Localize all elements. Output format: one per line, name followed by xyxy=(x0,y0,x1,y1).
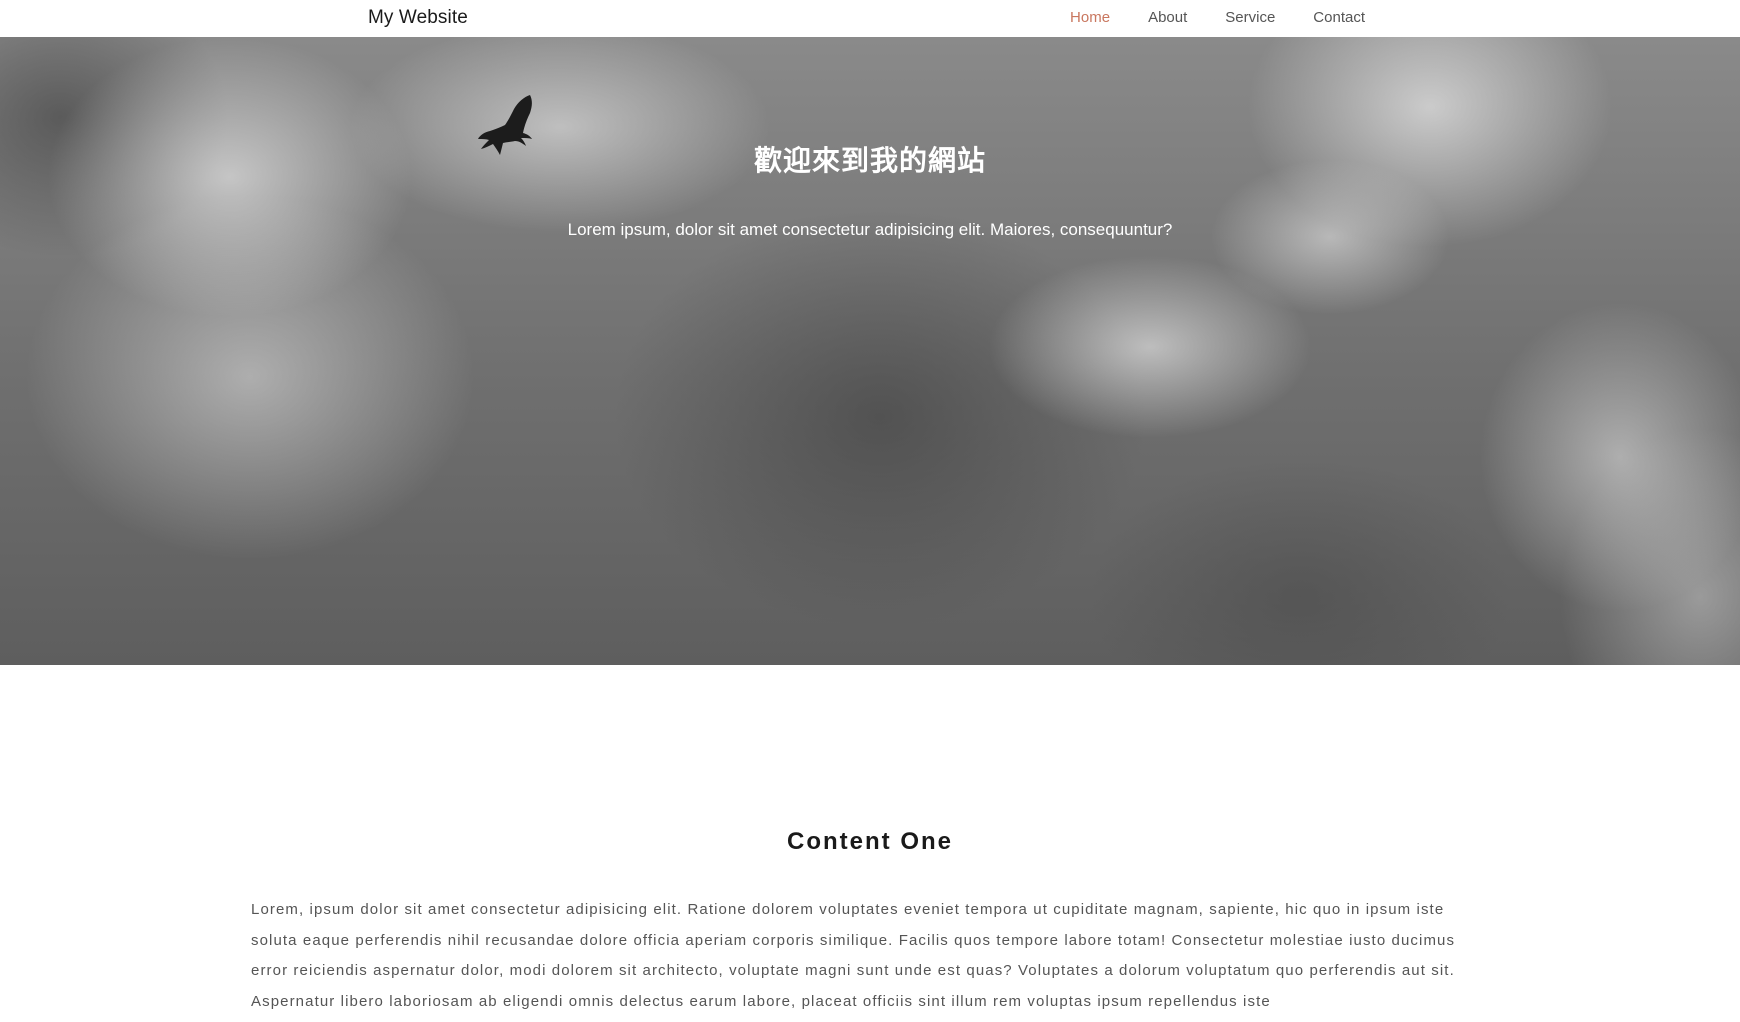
nav-links: Home About Service Contact xyxy=(1070,9,1365,26)
site-brand[interactable]: My Website xyxy=(368,7,468,29)
nav-link-contact[interactable]: Contact xyxy=(1313,9,1365,26)
content-one-body: Lorem, ipsum dolor sit amet consectetur … xyxy=(251,901,1456,1010)
nav-link-about[interactable]: About xyxy=(1148,9,1187,26)
nav-link-home[interactable]: Home xyxy=(1070,9,1110,26)
hero-subtitle: Lorem ipsum, dolor sit amet consectetur … xyxy=(567,220,1173,239)
content-one-title: Content One xyxy=(787,828,953,855)
nav-link-service[interactable]: Service xyxy=(1225,9,1275,26)
hero-title: 歡迎來到我的網站 xyxy=(753,144,986,177)
hero-banner: 歡迎來到我的網站 Lorem ipsum, dolor sit amet con… xyxy=(0,37,1740,665)
top-navbar: My Website Home About Service Contact xyxy=(0,0,1740,37)
content-one-section: Content One Lorem, ipsum dolor sit amet … xyxy=(0,665,1740,1022)
